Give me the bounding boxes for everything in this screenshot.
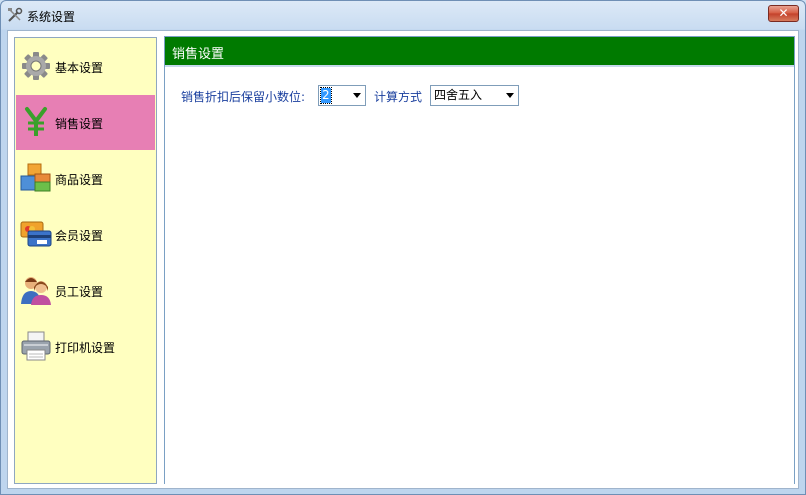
panel-body: 销售折扣后保留小数位: 2 计算方式 四舍五入: [165, 65, 794, 485]
settings-window: 系统设置 ✕ 基本设置 销售设置 商品设置 会员设置 员工设置 打印机设置 销售…: [0, 0, 806, 495]
sidebar-item-label: 打印机设置: [55, 341, 116, 355]
window-title: 系统设置: [27, 10, 76, 24]
sidebar-item-label: 基本设置: [55, 61, 104, 75]
sales-settings-panel: 销售设置 销售折扣后保留小数位: 2 计算方式 四舍五入: [164, 36, 795, 485]
sidebar-item-sales[interactable]: 销售设置: [16, 95, 155, 150]
chevron-down-icon[interactable]: [353, 93, 361, 98]
staff-icon: [21, 277, 51, 305]
decimal-places-value: 2: [320, 87, 332, 104]
panel-header: 销售设置: [165, 37, 794, 65]
sidebar-item-members[interactable]: 会员设置: [16, 207, 155, 262]
sidebar-item-staff[interactable]: 员工设置: [16, 263, 155, 318]
chevron-down-icon[interactable]: [506, 93, 514, 98]
tools-icon: [8, 7, 23, 22]
decimal-places-select[interactable]: 2: [318, 85, 366, 106]
decimal-places-label: 销售折扣后保留小数位:: [181, 90, 306, 104]
title-bar[interactable]: 系统设置 ✕: [1, 1, 805, 29]
rounding-method-value: 四舍五入: [434, 88, 483, 102]
client-area: 基本设置 销售设置 商品设置 会员设置 员工设置 打印机设置 销售设置 销售折扣…: [7, 30, 799, 489]
rounding-method-select[interactable]: 四舍五入: [430, 85, 519, 106]
sidebar: 基本设置 销售设置 商品设置 会员设置 员工设置 打印机设置: [14, 37, 157, 484]
panel-title: 销售设置: [172, 47, 225, 62]
boxes-icon: [20, 163, 51, 192]
sidebar-item-label: 会员设置: [55, 229, 104, 243]
sidebar-item-label: 销售设置: [55, 117, 104, 131]
printer-icon: [21, 331, 51, 361]
sidebar-item-label: 商品设置: [55, 173, 104, 187]
yen-icon: [25, 107, 47, 136]
sidebar-item-basic[interactable]: 基本设置: [16, 39, 155, 94]
rounding-method-label: 计算方式: [374, 90, 423, 104]
sidebar-item-printer[interactable]: 打印机设置: [16, 319, 155, 374]
gear-icon: [22, 52, 50, 80]
member-card-icon: [20, 221, 52, 247]
sidebar-item-label: 员工设置: [55, 285, 104, 299]
close-button[interactable]: ✕: [768, 5, 799, 22]
sidebar-item-products[interactable]: 商品设置: [16, 151, 155, 206]
